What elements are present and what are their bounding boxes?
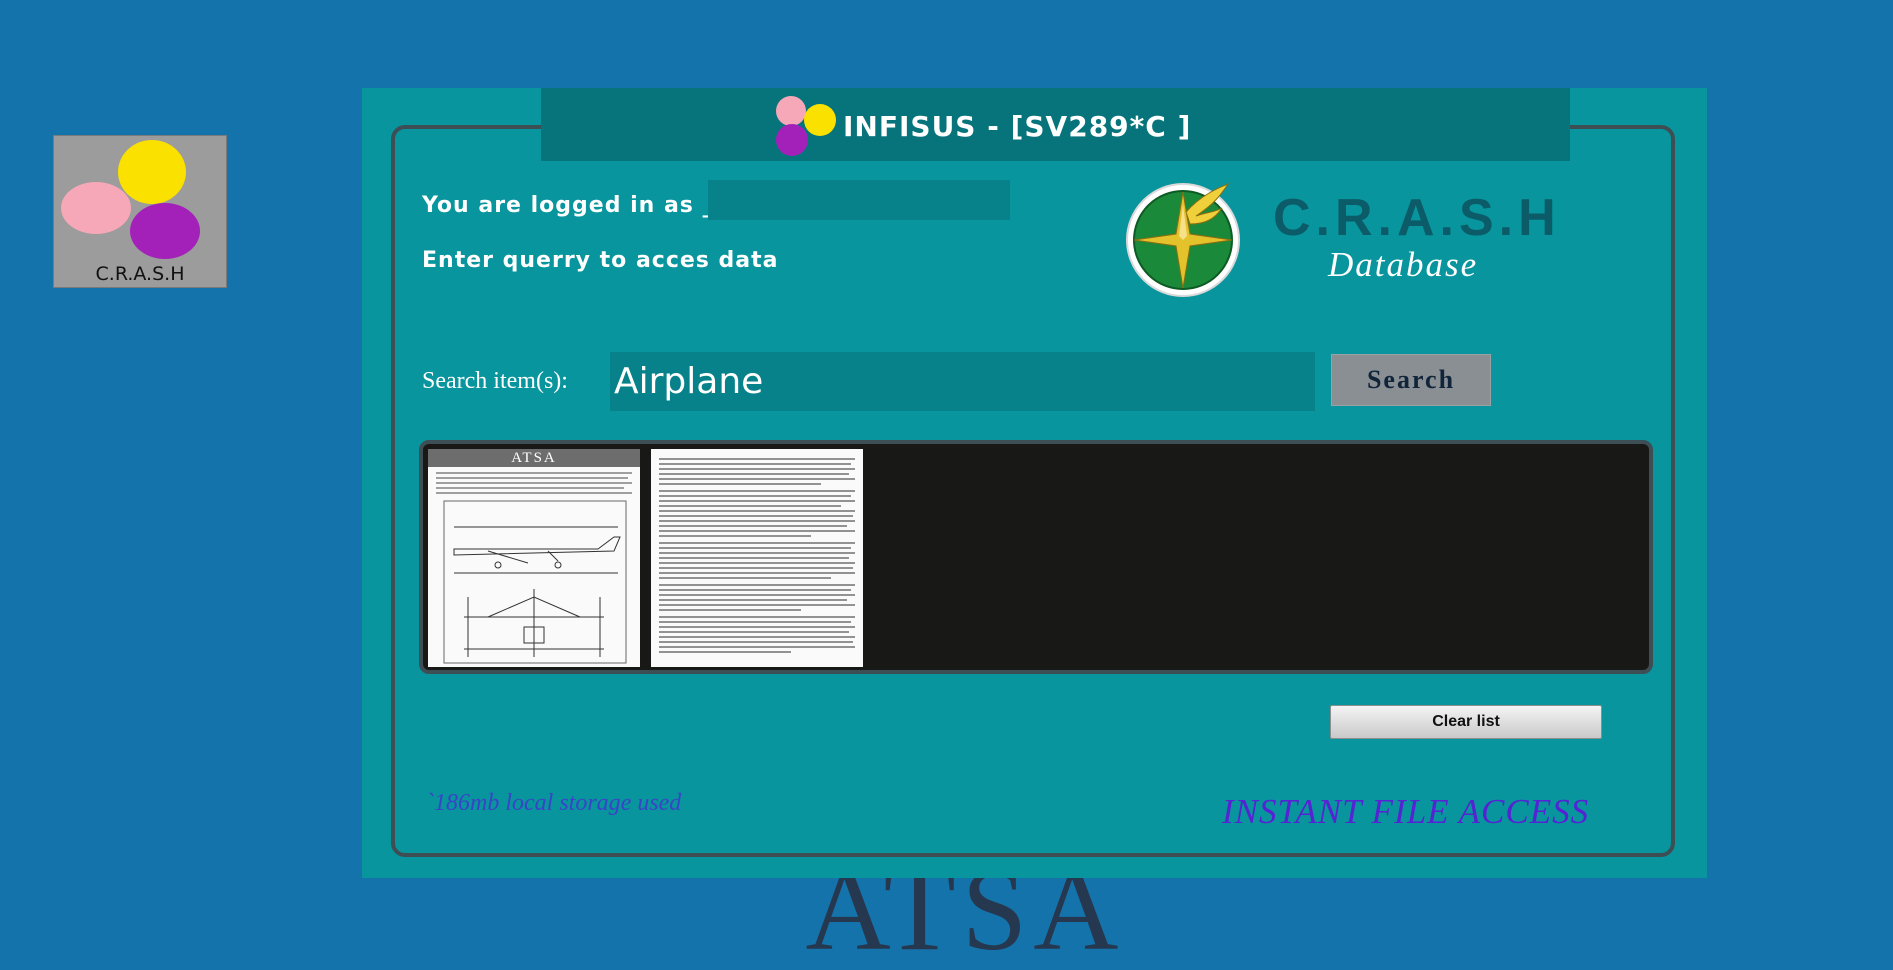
infisus-window: INFISUS - [SV289*C ] You are logged in a… xyxy=(362,88,1707,878)
result-thumbnail[interactable]: ATSA xyxy=(428,449,640,667)
crash-logo-icon xyxy=(61,140,200,259)
crash-desktop-shortcut[interactable]: C.R.A.S.H xyxy=(53,135,227,288)
brand-name: C.R.A.S.H xyxy=(1273,189,1561,247)
storage-usage-text: `186mb local storage used xyxy=(426,790,682,816)
search-input[interactable] xyxy=(610,352,1315,411)
search-button[interactable]: Search xyxy=(1331,354,1491,406)
logged-in-label: You are logged in as _ xyxy=(422,193,715,218)
username-field xyxy=(708,180,1010,220)
aircraft-diagram-icon xyxy=(436,472,632,664)
search-label: Search item(s): xyxy=(422,368,568,394)
brand-subtitle: Database xyxy=(1328,245,1479,284)
results-list: ATSA xyxy=(419,440,1653,674)
query-instruction: Enter querry to acces data xyxy=(422,248,779,273)
clear-list-button[interactable]: Clear list xyxy=(1330,705,1602,739)
text-document-icon xyxy=(659,458,855,653)
desktop-shortcut-label: C.R.A.S.H xyxy=(95,263,185,285)
window-titlebar[interactable]: INFISUS - [SV289*C ] xyxy=(541,88,1570,161)
result-thumbnail[interactable] xyxy=(651,449,863,667)
tagline: INSTANT FILE ACCESS xyxy=(1222,792,1590,831)
window-title: INFISUS - [SV289*C ] xyxy=(843,110,1192,143)
crash-logo-icon xyxy=(776,96,836,156)
winged-compass-icon xyxy=(1126,182,1240,297)
thumbnail-header: ATSA xyxy=(428,449,640,467)
